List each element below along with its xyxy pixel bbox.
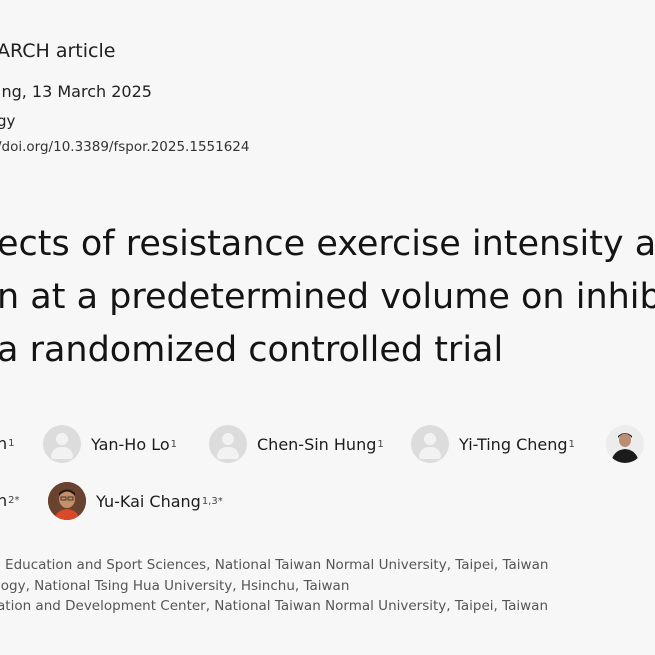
author-entry[interactable]: n1: [0, 434, 15, 453]
affiliation-item: ation and Development Center, National T…: [0, 598, 549, 614]
affiliation-marker: 1,3*: [201, 495, 223, 507]
author-name[interactable]: Yan-Ho Lo: [91, 435, 170, 454]
affiliation-marker: 1: [377, 438, 384, 450]
author-name[interactable]: Yu-Kai Chang: [96, 492, 201, 511]
author-name[interactable]: Chen-Sin Hung: [257, 435, 376, 454]
article-type: ARCH article: [0, 40, 116, 62]
author-photo[interactable]: [48, 482, 86, 520]
author-entry[interactable]: Chen-Sin Hung 1: [209, 425, 384, 463]
article-title: ects of resistance exercise intensity a …: [0, 218, 655, 377]
publication-date: ing, 13 March 2025: [0, 82, 152, 101]
title-line: ects of resistance exercise intensity a: [0, 224, 655, 264]
affiliation-item: l Education and Sport Sciences, National…: [0, 557, 549, 573]
title-line: a randomized controlled trial: [0, 330, 504, 370]
avatar-placeholder-icon: [411, 425, 449, 463]
affiliation-marker: 1: [568, 438, 575, 450]
author-name[interactable]: n: [0, 491, 7, 510]
author-photo[interactable]: [606, 425, 644, 463]
author-entry[interactable]: Yi-Ting Cheng 1: [411, 425, 575, 463]
author-entry[interactable]: Yan-Ho Lo 1: [43, 425, 177, 463]
author-name[interactable]: Yi-Ting Cheng: [459, 435, 568, 454]
author-entry[interactable]: [606, 425, 654, 463]
doi-link[interactable]: /doi.org/10.3389/fspor.2025.1551624: [0, 139, 249, 155]
title-line: n at a predetermined volume on inhib: [0, 277, 655, 317]
avatar-placeholder-icon: [209, 425, 247, 463]
affiliation-marker: 1: [170, 438, 177, 450]
affiliation-marker: 2*: [8, 495, 20, 506]
author-entry[interactable]: Yu-Kai Chang 1,3*: [48, 482, 223, 520]
journal-section-link[interactable]: gy: [0, 112, 15, 130]
affiliations-list: l Education and Sport Sciences, National…: [0, 555, 548, 617]
avatar-placeholder-icon: [43, 425, 81, 463]
author-name[interactable]: n: [0, 434, 7, 453]
affiliation-item: logy, National Tsing Hua University, Hsi…: [0, 577, 350, 594]
author-entry[interactable]: n 2*: [0, 491, 20, 510]
affiliation-marker: 1: [8, 438, 15, 449]
